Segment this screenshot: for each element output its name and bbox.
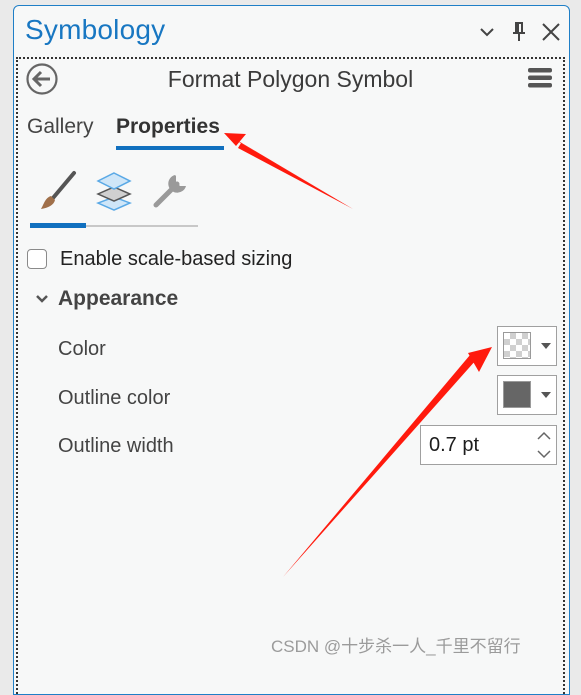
sub-tab-symbol[interactable] bbox=[36, 169, 80, 213]
outline-width-label: Outline width bbox=[58, 435, 174, 457]
outline-color-label: Outline color bbox=[58, 387, 171, 409]
outline-width-field[interactable]: 0.7 pt bbox=[420, 425, 557, 465]
chevron-down-icon bbox=[537, 450, 551, 459]
color-label: Color bbox=[58, 338, 106, 360]
pane-title: Symbology bbox=[25, 14, 166, 45]
no-color-swatch bbox=[503, 332, 531, 359]
sub-tab-structure[interactable] bbox=[148, 169, 192, 213]
color-picker-button[interactable] bbox=[497, 326, 557, 366]
chevron-down-icon[interactable] bbox=[477, 20, 497, 44]
close-icon[interactable] bbox=[541, 20, 561, 44]
header-title: Format Polygon Symbol bbox=[167, 66, 414, 92]
increment-button[interactable] bbox=[536, 429, 552, 443]
symbology-pane: Symbology Format Polygon Symbol Gallery … bbox=[13, 5, 570, 695]
layers-icon bbox=[96, 172, 132, 211]
menu-button[interactable] bbox=[527, 65, 553, 91]
active-tab-indicator bbox=[116, 146, 224, 150]
tab-properties[interactable]: Properties bbox=[116, 115, 220, 139]
appearance-expand-toggle[interactable] bbox=[35, 292, 49, 306]
active-sub-tab-indicator bbox=[30, 223, 86, 228]
outline-color-picker-button[interactable] bbox=[497, 375, 557, 415]
dropdown-caret-icon bbox=[541, 343, 551, 349]
watermark: CSDN @十步杀一人_千里不留行 bbox=[271, 637, 521, 656]
decrement-button[interactable] bbox=[536, 447, 552, 461]
scale-sizing-label[interactable]: Enable scale-based sizing bbox=[60, 248, 292, 271]
paintbrush-icon bbox=[41, 171, 76, 209]
pane-title-buttons bbox=[477, 20, 561, 44]
sub-tab-layers[interactable] bbox=[92, 169, 136, 213]
tab-gallery[interactable]: Gallery bbox=[27, 115, 94, 139]
outline-width-value[interactable]: 0.7 pt bbox=[429, 434, 479, 457]
hamburger-menu-icon bbox=[528, 68, 552, 88]
chevron-up-icon bbox=[537, 431, 551, 440]
outline-color-swatch bbox=[503, 381, 531, 408]
chevron-down-icon bbox=[36, 295, 48, 303]
wrench-icon bbox=[153, 175, 186, 208]
scale-sizing-checkbox[interactable] bbox=[27, 249, 47, 269]
pane-content: Format Polygon Symbol Gallery Properties bbox=[16, 57, 565, 694]
appearance-section-title[interactable]: Appearance bbox=[58, 287, 178, 311]
pin-icon[interactable] bbox=[509, 20, 529, 44]
dropdown-caret-icon bbox=[541, 392, 551, 398]
